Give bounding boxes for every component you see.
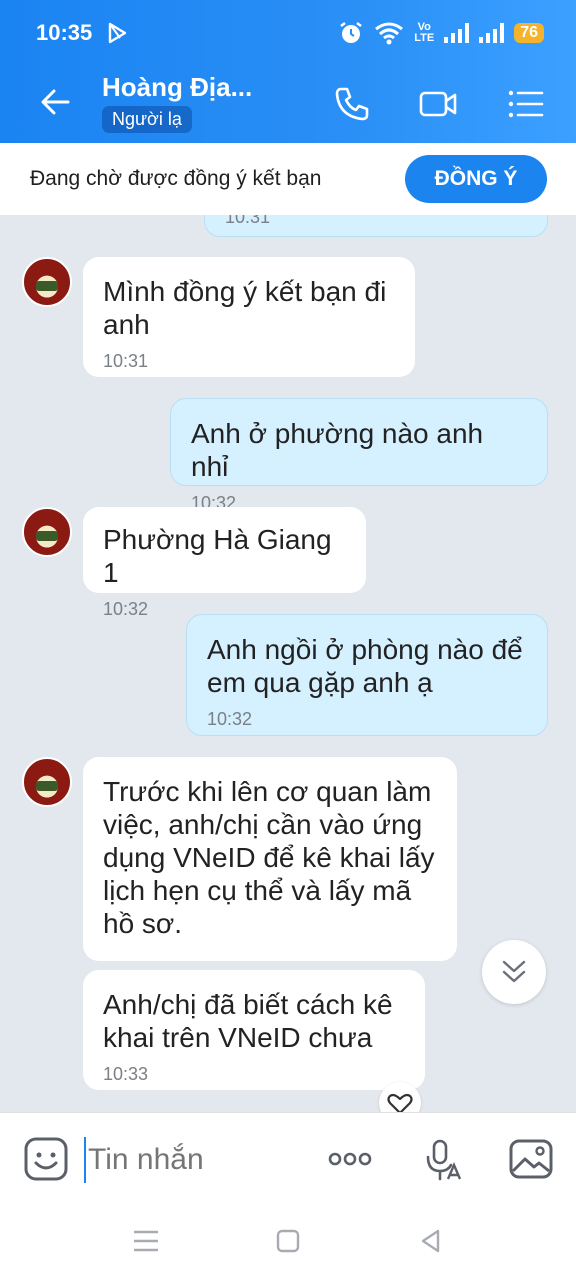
status-indicators: Vo LTE 76: [338, 18, 544, 48]
more-options-icon[interactable]: [326, 1135, 374, 1183]
home-icon[interactable]: [273, 1226, 303, 1256]
back-nav-icon[interactable]: [416, 1226, 446, 1256]
message-bubble-in[interactable]: Trước khi lên cơ quan làm việc, anh/chị …: [83, 757, 457, 961]
react-heart-button[interactable]: [379, 1082, 421, 1112]
wifi-icon: [375, 22, 404, 45]
message-text: Anh ở phường nào anh nhỉ: [191, 418, 484, 482]
recent-apps-icon[interactable]: [131, 1226, 161, 1256]
contact-avatar[interactable]: [22, 757, 72, 807]
message-time: 10:32: [207, 709, 253, 729]
video-call-icon[interactable]: [418, 84, 458, 124]
message-composer: [0, 1112, 576, 1205]
friend-request-bar: Đang chờ được đồng ý kết bạn ĐỒNG Ý: [0, 143, 576, 215]
battery-indicator: 76: [514, 23, 544, 43]
message-bubble-out[interactable]: Anh ở phường nào anh nhỉ 10:32: [170, 398, 548, 513]
message-text: Anh ngồi ở phòng nào để em qua gặp anh ạ: [207, 634, 523, 698]
message-bubble-out[interactable]: 10:31: [204, 215, 548, 237]
phone-icon[interactable]: [332, 84, 372, 124]
scroll-to-bottom-button[interactable]: [482, 940, 546, 1004]
double-chevron-down-icon: [502, 960, 526, 983]
contact-avatar[interactable]: [22, 507, 72, 557]
message-time: 10:31: [103, 351, 149, 371]
voice-to-text-icon[interactable]: [418, 1135, 466, 1183]
message-bubble-in[interactable]: Anh/chị đã biết cách kê khai trên VNeID …: [83, 970, 425, 1090]
signal-icon-2: [479, 23, 505, 43]
message-text: Phường Hà Giang 1: [103, 524, 332, 588]
emoji-sticker-icon[interactable]: [22, 1135, 70, 1183]
volte-bottom-label: LTE: [414, 32, 435, 44]
message-bubble-in[interactable]: Mình đồng ý kết bạn đi anh 10:31: [83, 257, 415, 377]
message-text: Trước khi lên cơ quan làm việc, anh/chị …: [103, 776, 435, 939]
message-time: 10:33: [103, 1064, 149, 1084]
message-bubble-out[interactable]: Anh ngồi ở phòng nào để em qua gặp anh ạ…: [186, 614, 548, 736]
back-arrow-icon[interactable]: [38, 84, 74, 120]
status-time: 10:35: [36, 20, 93, 45]
volte-indicator: Vo LTE: [414, 22, 434, 44]
alarm-icon: [340, 22, 362, 43]
contact-name[interactable]: Hoàng Địa...: [102, 72, 252, 103]
message-text: Mình đồng ý kết bạn đi anh: [103, 276, 387, 340]
menu-list-icon[interactable]: [506, 84, 546, 124]
message-text: Anh/chị đã biết cách kê khai trên VNeID …: [103, 989, 393, 1053]
heart-icon: [387, 1093, 413, 1112]
status-bar: 10:35 Vo LTE 76: [0, 0, 576, 62]
contact-avatar[interactable]: [22, 257, 72, 307]
accept-friend-button[interactable]: ĐỒNG Ý: [405, 155, 547, 203]
image-gallery-icon[interactable]: [507, 1135, 555, 1183]
system-nav-bar: [0, 1204, 576, 1280]
chat-header: Hoàng Địa... Người lạ: [0, 62, 576, 143]
friend-request-text: Đang chờ được đồng ý kết bạn: [30, 167, 322, 190]
signal-icon: [444, 23, 470, 43]
top-bar: 10:35 Vo LTE 76 Hoàng Địa... Người lạ: [0, 0, 576, 143]
message-time: 10:31: [225, 215, 271, 227]
chat-area[interactable]: 10:31 Mình đồng ý kết bạn đi anh 10:31 A…: [0, 215, 576, 1112]
message-bubble-in[interactable]: Phường Hà Giang 1 10:32: [83, 507, 366, 619]
play-store-icon: [108, 22, 127, 44]
message-input[interactable]: [84, 1137, 310, 1183]
stranger-tag: Người lạ: [102, 106, 192, 133]
